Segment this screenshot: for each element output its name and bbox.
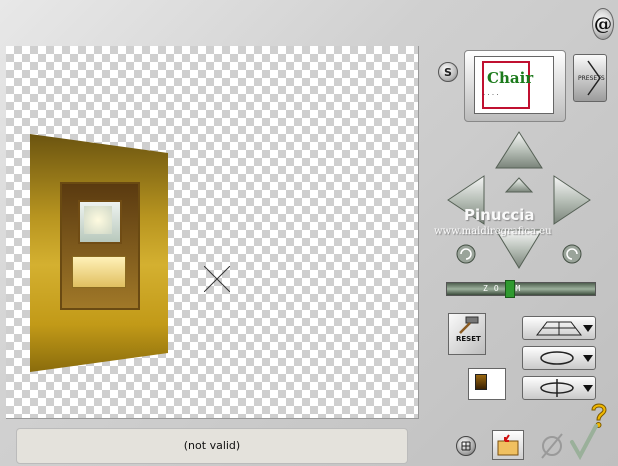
open-folder-button[interactable] <box>492 430 524 460</box>
chevron-down-icon <box>583 325 593 332</box>
rotate-right-icon[interactable] <box>562 244 582 264</box>
center-crosshair-icon[interactable] <box>204 266 230 292</box>
reset-button[interactable]: RESET <box>448 313 486 355</box>
s-button-label: S <box>444 65 452 79</box>
s-button[interactable]: S <box>438 62 458 82</box>
rotate-dropdown[interactable] <box>522 346 596 370</box>
status-text: (not valid) <box>183 439 241 452</box>
perspective-icon <box>535 321 593 336</box>
grid-lines <box>461 441 471 451</box>
preview-word: Chair <box>487 69 534 87</box>
rotate-left-icon[interactable] <box>456 244 476 264</box>
chevron-down-icon <box>583 385 593 392</box>
folder-icon <box>497 434 519 456</box>
rotate-ellipse-icon <box>540 351 593 365</box>
small-thumbnail[interactable] <box>468 368 506 400</box>
arrow-center-icon[interactable] <box>504 177 534 193</box>
logo-icon[interactable]: @ <box>592 8 614 40</box>
tilted-photo[interactable] <box>30 134 168 372</box>
flip-icon <box>540 379 593 397</box>
flip-dropdown[interactable] <box>522 376 596 400</box>
watermark-name: Pinuccia <box>464 206 535 224</box>
photo-room <box>60 182 140 310</box>
hammer-icon <box>459 316 479 334</box>
arrow-right-icon[interactable] <box>553 175 591 225</box>
photo-window <box>78 200 122 244</box>
grid-icon[interactable] <box>456 436 476 456</box>
small-thumbnail-image <box>475 374 487 390</box>
presets-button[interactable]: PRESETS <box>573 54 607 102</box>
direction-pad <box>447 131 591 269</box>
reset-label: RESET <box>456 335 481 343</box>
chevron-down-icon <box>583 355 593 362</box>
zoom-handle[interactable] <box>504 280 515 298</box>
watermark-url: www.maidiregrafica.eu <box>434 226 552 237</box>
preset-preview[interactable]: Chair · · · · <box>474 56 554 114</box>
photo-light <box>84 206 112 234</box>
cancel-icon[interactable] <box>538 430 566 460</box>
photo-table <box>72 256 126 288</box>
zoom-slider[interactable]: ZOOM <box>446 282 596 296</box>
presets-label: PRESETS <box>578 75 605 82</box>
perspective-dropdown[interactable] <box>522 316 596 340</box>
status-bar: (not valid) <box>16 428 408 464</box>
ok-checkmark-icon[interactable] <box>568 424 600 460</box>
preview-dots: · · · · <box>483 91 499 99</box>
logo-glyph: @ <box>594 13 612 35</box>
image-canvas[interactable] <box>6 46 419 419</box>
arrow-up-icon[interactable] <box>495 131 543 169</box>
